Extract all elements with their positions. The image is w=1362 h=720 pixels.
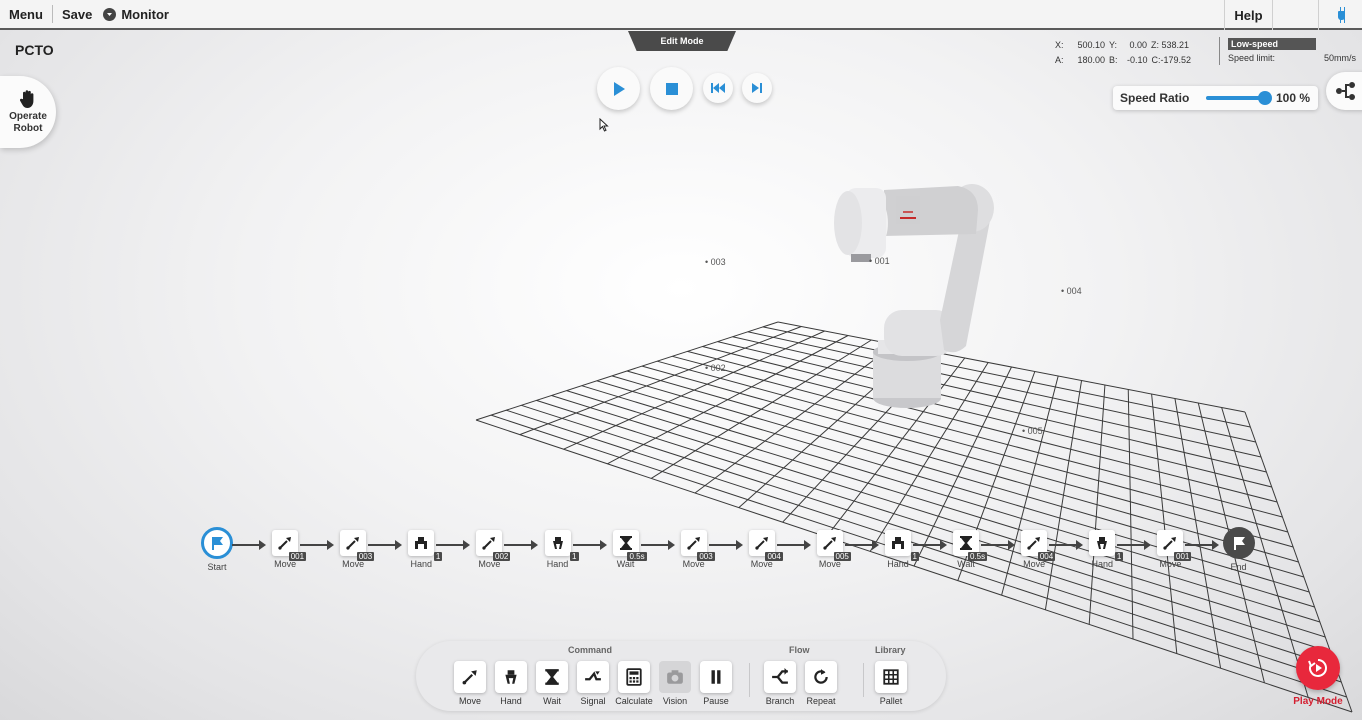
flow-node-wait[interactable]: 0.5s Wait [609,530,647,569]
start-flag-icon [212,537,223,550]
move-icon [686,537,700,550]
flow-node-badge: 005 [833,552,851,561]
move-icon [1027,537,1041,550]
move-icon [823,537,836,550]
branch-icon [772,668,788,684]
flow-node-badge: 003 [356,552,375,561]
flow-node-hand[interactable]: 1 Hand [404,530,443,569]
signal-icon [585,671,601,681]
divider [863,663,864,697]
end-flag-icon [1233,537,1245,550]
hand-close-icon [552,537,563,549]
pallet-command-button[interactable]: Pallet [873,661,909,706]
flow-node-badge: 1 [570,552,579,561]
waypoint-label[interactable]: • 002 [705,363,726,373]
flow-node-move[interactable]: 005 Move [813,530,851,569]
flow-node-badge: 1 [1114,552,1124,561]
hand-open-icon [415,537,428,549]
pause-command-button[interactable]: Pause [698,661,734,706]
move-icon [278,537,292,550]
flow-node-move[interactable]: 004 Move [745,530,783,569]
flow-group-label: Flow [789,645,810,655]
camera-icon [667,670,683,684]
calculator-icon [626,668,642,686]
move-icon [346,537,360,550]
flow-node-move[interactable]: 003 Move [336,530,375,569]
flow-node-hand[interactable]: 1 Hand [881,530,919,569]
library-group-label: Library [875,645,906,655]
flow-node-label: Start [207,562,227,572]
flow-node-hand[interactable]: 1 Hand [1085,530,1124,569]
hand-open-icon [892,537,904,549]
flow-node-badge: 002 [493,552,511,561]
flow-node-badge: 1 [433,552,443,561]
move-icon [755,537,768,550]
waypoint-label[interactable]: • 003 [705,257,726,267]
robot-3d-viewport[interactable] [0,0,1362,720]
flow-node-start[interactable]: Start [200,527,234,572]
robot-arm [834,184,994,408]
play-mode-button[interactable]: Play Mode [1290,646,1346,707]
hourglass-icon [545,669,559,685]
flow-node-badge: 1 [910,552,919,561]
waypoint-label[interactable]: • 004 [1061,286,1082,296]
command-button-label: Pallet [879,696,903,706]
move-icon [482,537,496,550]
pause-icon [711,670,721,684]
flow-node-label: End [1230,562,1247,572]
flow-node-move[interactable]: 002 Move [472,530,511,569]
command-group-label: Command [568,645,613,655]
flow-node-move[interactable]: 001 Move [1153,530,1192,569]
flow-node-hand[interactable]: 1 Hand [541,530,579,569]
flow-node-move[interactable]: 004 Move [1017,530,1056,569]
waypoint-id: 004 [1066,286,1082,296]
flow-node-badge: 001 [1174,552,1192,561]
repeat-icon [814,669,828,684]
waypoint-id: 005 [1027,426,1043,436]
pallet-icon [883,669,899,685]
hourglass-icon [619,536,632,550]
flow-node-end[interactable]: End [1222,527,1256,572]
flow-node-move[interactable]: 001 Move [268,530,307,569]
command-palette: Command Flow Library Move Hand Wait Signal C… [416,641,946,711]
mouse-cursor-icon [599,118,609,132]
waypoint-id: 001 [874,256,890,266]
flow-node-badge: 0.5s [967,552,988,561]
command-button-label: Pause [703,696,729,706]
waypoint-label[interactable]: • 005 [1022,426,1043,436]
move-icon [462,670,477,685]
move-icon [1163,537,1177,550]
flow-node-badge: 004 [765,552,783,561]
waypoint-id: 003 [710,257,726,267]
flow-node-badge: 001 [288,552,307,561]
flow-node-wait[interactable]: 0.5s Wait [949,530,988,569]
waypoint-label[interactable]: • 001 [869,256,890,266]
hand-close-icon [1097,537,1108,549]
hand-icon [505,670,517,684]
flow-node-badge: 0.5s [627,552,647,561]
divider [749,663,750,697]
play-mode-icon [1308,659,1327,677]
repeat-command-button[interactable]: Repeat [803,661,839,706]
flow-node-badge: 003 [697,552,715,561]
command-button-label: Repeat [806,696,836,706]
waypoint-id: 002 [710,363,726,373]
flow-node-move[interactable]: 003 Move [677,530,715,569]
flow-node-badge: 004 [1037,552,1056,561]
play-mode-label: Play Mode [1293,696,1343,707]
hourglass-icon [960,536,973,550]
